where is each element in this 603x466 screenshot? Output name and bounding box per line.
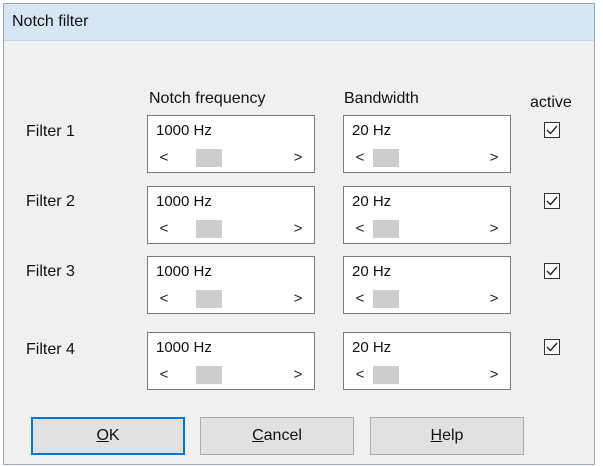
scroll-thumb[interactable] — [196, 290, 222, 308]
scroll-right-arrow-icon[interactable]: > — [289, 289, 307, 309]
scroll-right-arrow-icon[interactable]: > — [289, 365, 307, 385]
filter-3-bandwidth-field[interactable]: 20 Hz < > — [343, 256, 511, 314]
scroll-right-arrow-icon[interactable]: > — [289, 219, 307, 239]
filter-2-frequency-field[interactable]: 1000 Hz < > — [147, 186, 315, 244]
cancel-button[interactable]: Cancel — [200, 417, 354, 455]
filter-2-bandwidth-field[interactable]: 20 Hz < > — [343, 186, 511, 244]
scroll-left-arrow-icon[interactable]: < — [351, 365, 369, 385]
column-header-active: active — [530, 94, 572, 111]
help-button-mnemonic: H — [430, 427, 443, 444]
filter-3-bandwidth-scrollbar[interactable]: < > — [349, 289, 505, 309]
filter-4-label: Filter 4 — [26, 341, 75, 358]
filter-1-bandwidth-value[interactable]: 20 Hz — [352, 122, 391, 139]
scroll-right-arrow-icon[interactable]: > — [485, 365, 503, 385]
scroll-left-arrow-icon[interactable]: < — [351, 148, 369, 168]
scroll-thumb[interactable] — [373, 366, 399, 384]
scroll-thumb[interactable] — [373, 149, 399, 167]
filter-3-frequency-field[interactable]: 1000 Hz < > — [147, 256, 315, 314]
filter-3-frequency-scrollbar[interactable]: < > — [153, 289, 309, 309]
scroll-right-arrow-icon[interactable]: > — [289, 148, 307, 168]
filter-2-bandwidth-scrollbar[interactable]: < > — [349, 219, 505, 239]
scroll-thumb[interactable] — [373, 220, 399, 238]
filter-1-active-checkbox[interactable] — [544, 122, 560, 138]
filter-2-frequency-scrollbar[interactable]: < > — [153, 219, 309, 239]
ok-button[interactable]: OK — [31, 417, 185, 455]
scroll-thumb[interactable] — [373, 290, 399, 308]
help-button[interactable]: Help — [370, 417, 524, 455]
scroll-left-arrow-icon[interactable]: < — [155, 289, 173, 309]
scroll-right-arrow-icon[interactable]: > — [485, 148, 503, 168]
scroll-left-arrow-icon[interactable]: < — [155, 219, 173, 239]
filter-4-bandwidth-field[interactable]: 20 Hz < > — [343, 332, 511, 390]
column-header-bandwidth: Bandwidth — [344, 90, 419, 107]
scroll-left-arrow-icon[interactable]: < — [351, 289, 369, 309]
filter-2-frequency-value[interactable]: 1000 Hz — [156, 193, 212, 210]
filter-4-frequency-scrollbar[interactable]: < > — [153, 365, 309, 385]
notch-filter-dialog: Notch filter Notch frequency Bandwidth a… — [3, 3, 595, 465]
filter-4-frequency-value[interactable]: 1000 Hz — [156, 339, 212, 356]
scroll-right-arrow-icon[interactable]: > — [485, 289, 503, 309]
filter-1-label: Filter 1 — [26, 123, 75, 140]
scroll-left-arrow-icon[interactable]: < — [351, 219, 369, 239]
filter-1-bandwidth-field[interactable]: 20 Hz < > — [343, 115, 511, 173]
filter-4-frequency-field[interactable]: 1000 Hz < > — [147, 332, 315, 390]
filter-1-bandwidth-scrollbar[interactable]: < > — [349, 148, 505, 168]
filter-3-frequency-value[interactable]: 1000 Hz — [156, 263, 212, 280]
filter-1-frequency-value[interactable]: 1000 Hz — [156, 122, 212, 139]
filter-2-active-checkbox[interactable] — [544, 193, 560, 209]
filter-2-label: Filter 2 — [26, 193, 75, 210]
ok-button-label-rest: K — [108, 427, 120, 444]
scroll-left-arrow-icon[interactable]: < — [155, 148, 173, 168]
scroll-right-arrow-icon[interactable]: > — [485, 219, 503, 239]
checkmark-icon — [546, 125, 558, 135]
title-bar: Notch filter — [4, 4, 594, 41]
filter-1-frequency-field[interactable]: 1000 Hz < > — [147, 115, 315, 173]
filter-4-bandwidth-scrollbar[interactable]: < > — [349, 365, 505, 385]
filter-3-bandwidth-value[interactable]: 20 Hz — [352, 263, 391, 280]
ok-button-mnemonic: O — [96, 427, 109, 444]
help-button-label-rest: elp — [442, 427, 464, 444]
window-title: Notch filter — [12, 13, 89, 30]
filter-4-bandwidth-value[interactable]: 20 Hz — [352, 339, 391, 356]
scroll-thumb[interactable] — [196, 149, 222, 167]
scroll-thumb[interactable] — [196, 366, 222, 384]
scroll-left-arrow-icon[interactable]: < — [155, 365, 173, 385]
cancel-button-label-rest: ancel — [263, 427, 302, 444]
filter-2-bandwidth-value[interactable]: 20 Hz — [352, 193, 391, 210]
column-header-frequency: Notch frequency — [149, 90, 266, 107]
filter-4-active-checkbox[interactable] — [544, 339, 560, 355]
cancel-button-mnemonic: C — [252, 427, 264, 444]
checkmark-icon — [546, 266, 558, 276]
checkmark-icon — [546, 342, 558, 352]
filter-3-label: Filter 3 — [26, 263, 75, 280]
checkmark-icon — [546, 196, 558, 206]
scroll-thumb[interactable] — [196, 220, 222, 238]
filter-1-frequency-scrollbar[interactable]: < > — [153, 148, 309, 168]
filter-3-active-checkbox[interactable] — [544, 263, 560, 279]
